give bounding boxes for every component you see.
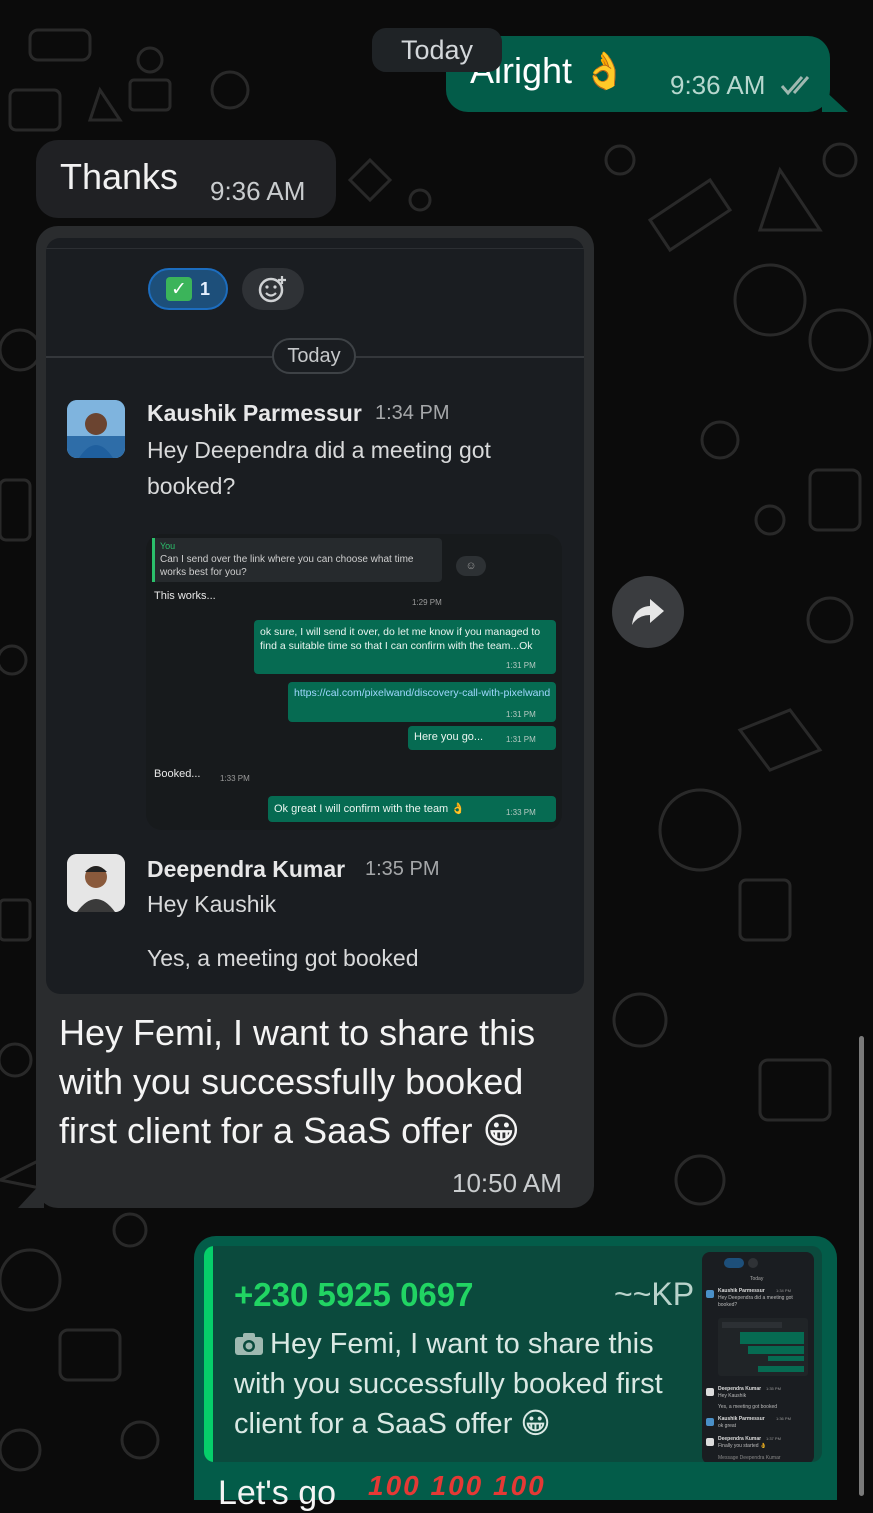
embedded-time: 1:29 PM [412,598,442,607]
thumb-p2-text-2: Yes, a meeting got booked [718,1404,778,1410]
embedded-time: 1:33 PM [220,774,250,783]
embedded-msg-text: Here you go... [414,731,484,743]
bubble-tail-in [18,1180,44,1208]
reaction-count: 1 [199,278,210,299]
double-check-icon [780,76,810,96]
avatar-kaushik [67,400,125,458]
today-divider-label: Today [272,338,356,374]
thumb-p2-name: Deependra Kumar [718,1386,762,1392]
message-time: 10:50 AM [452,1168,562,1198]
quoted-text: Hey Femi, I want to share this with you … [234,1324,704,1444]
embedded-reaction-icon: ☺ [456,556,486,576]
thumb-p4-text: Finally you started 👌 [718,1443,767,1449]
embedded-time: 1:33 PM [506,808,536,817]
embedded-msg-5: Booked... 1:33 PM [150,762,258,788]
embedded-chat-image: You Can I send over the link where you c… [146,534,562,830]
thumb-p2-time: 1:35 PM [766,1386,781,1391]
image-caption: Hey Femi, I want to share this with you … [59,1012,536,1151]
message-time: 9:36 AM [210,176,306,206]
embedded-time: 1:31 PM [506,661,536,670]
message-alright[interactable]: Alright 👌 9:36 AM [446,36,830,112]
message-thanks[interactable]: Thanks 9:36 AM [36,140,336,218]
post-time: 1:35 PM [365,858,440,880]
forward-arrow-icon [632,599,664,625]
thumb-p4-name: Deependra Kumar [718,1436,762,1442]
embedded-you-label: You [160,541,176,551]
forward-button[interactable] [612,576,684,648]
embedded-msg-text: Ok great I will confirm with the team 👌 [274,803,465,815]
thumb-p1-name: Kaushik Parmessur [718,1288,765,1294]
camera-icon [235,1333,263,1355]
check-mark-icon: ✓ [165,277,192,301]
post-text: Hey Kaushik [147,891,277,917]
thumb-p4-time: 1:37 PM [766,1436,781,1441]
embedded-time: 1:31 PM [506,710,536,719]
thumb-p3-time: 1:36 PM [776,1416,791,1421]
quoted-image-thumbnail: Today Kaushik Parmessur 1:34 PM Hey Deep… [702,1252,814,1462]
embedded-msg-text: Booked... [154,768,201,780]
reply-text: Let's go [218,1474,337,1512]
post-text-2: Yes, a meeting got booked [147,945,419,971]
post-time: 1:34 PM [375,402,450,424]
sender-name: Deependra Kumar [147,856,346,882]
embedded-msg-text: ok sure, I will send it over, do let me … [260,626,541,652]
embedded-msg-2: ok sure, I will send it over, do let me … [254,620,556,674]
embedded-time: 1:31 PM [506,735,536,744]
hundred-points-emojis: 100 100 100 [368,1470,546,1501]
embedded-link: https://cal.com/pixelwand/discovery-call… [294,687,551,699]
embedded-msg-6: Ok great I will confirm with the team 👌 … [268,796,556,822]
scrollbar[interactable] [859,1036,864,1496]
thumb-message-input: Message Deependra Kumar [718,1455,781,1461]
message-reply[interactable]: +230 5925 0697 ~~KP Hey Femi, I want to … [194,1236,837,1500]
add-reaction-icon [242,268,304,310]
sender-name: Kaushik Parmessur [147,400,362,426]
embedded-msg-3: https://cal.com/pixelwand/discovery-call… [288,682,556,722]
thumb-p3-text: ok great [718,1423,737,1429]
thumb-p2-text: Hey Kaushik [718,1393,747,1399]
embedded-quote-text: Can I send over the link where you can c… [160,554,414,578]
post-text: Hey Deependra did a meeting got booked? [147,437,491,499]
embedded-quote: You Can I send over the link where you c… [152,538,442,582]
thumb-p3-name: Kaushik Parmessur [718,1416,765,1422]
message-time: 9:36 AM [670,70,766,100]
message-text: Thanks [60,156,179,197]
thumb-p1-time: 1:34 PM [776,1288,791,1293]
quoted-text-body: Hey Femi, I want to share this with you … [234,1328,663,1440]
thumb-today: Today [750,1276,764,1282]
embedded-msg-1: This works... [154,590,216,602]
thumb-p1-text: Hey Deependra did a meeting got booked? [718,1295,793,1308]
avatar-deependra [67,854,125,912]
reaction-pill: ✓ 1 [148,268,228,310]
quoted-phone: +230 5925 0697 [234,1276,474,1313]
slack-screenshot-image[interactable]: ✓ 1 Today Kaushik Parmessur 1:34 PM Hey … [46,238,584,994]
date-separator: Today [372,28,502,72]
quoted-message[interactable]: +230 5925 0697 ~~KP Hey Femi, I want to … [204,1246,822,1462]
bubble-tail-out [822,88,848,112]
embedded-msg-4: Here you go... 1:31 PM [408,726,556,750]
quote-bar [204,1246,213,1462]
quoted-name: ~~KP [614,1276,695,1312]
